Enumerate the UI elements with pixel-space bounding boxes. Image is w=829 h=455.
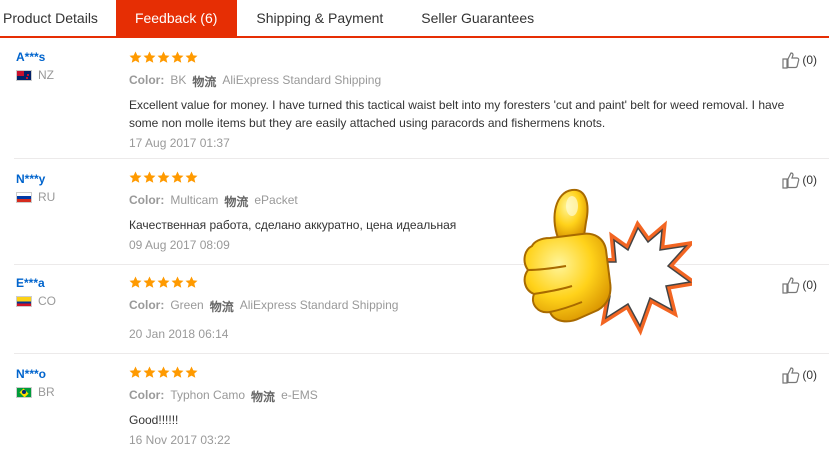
helpful-button[interactable]: (0) — [782, 51, 817, 69]
star-icon — [171, 171, 184, 183]
review-meta: Color: BK 物流 AliExpress Standard Shippin… — [129, 73, 789, 90]
thumbs-up-icon — [782, 367, 800, 384]
star-icon — [129, 51, 142, 63]
shipping-label: 物流 — [224, 195, 249, 209]
reviewer-country: RU — [16, 190, 55, 204]
tab-bar: Product Details Feedback (6) Shipping & … — [0, 0, 829, 38]
helpful-button[interactable]: (0) — [782, 276, 817, 294]
star-icon — [129, 171, 142, 183]
helpful-button[interactable]: (0) — [782, 366, 817, 384]
review-date: 17 Aug 2017 01:37 — [129, 136, 230, 150]
tab-shipping-payment[interactable]: Shipping & Payment — [237, 0, 402, 36]
reviewer-name[interactable]: A***s — [16, 50, 54, 64]
review-item: N***o BR Color: Typhon Camo 物流 e-EMS Goo… — [0, 354, 829, 455]
reviewer-country: CO — [16, 294, 56, 308]
country-code: RU — [38, 190, 56, 204]
reviewer-info: N***o BR — [16, 367, 55, 399]
color-label: Color: — [129, 298, 165, 312]
flag-co-icon — [16, 295, 32, 307]
thumbs-up-icon — [782, 52, 800, 69]
shipping-label: 物流 — [251, 390, 276, 404]
reviewer-country: NZ — [16, 68, 54, 82]
star-icon — [157, 366, 170, 378]
reviewer-name[interactable]: E***a — [16, 276, 56, 290]
color-value: BK — [170, 73, 187, 87]
review-text: Excellent value for money. I have turned… — [129, 98, 785, 130]
review-item: N***y RU Color: Multicam 物流 ePacket Каче… — [0, 159, 829, 265]
helpful-count: (0) — [802, 173, 817, 187]
star-icon — [171, 276, 184, 288]
star-icon — [185, 171, 198, 183]
star-icon — [185, 366, 198, 378]
thumbs-up-icon — [782, 277, 800, 294]
color-value: Typhon Camo — [170, 388, 246, 402]
helpful-count: (0) — [802, 368, 817, 382]
reviewer-country: BR — [16, 385, 55, 399]
star-icon — [143, 51, 156, 63]
review-body: Color: Typhon Camo 物流 e-EMS Good!!!!!! 1… — [129, 366, 789, 447]
helpful-button[interactable]: (0) — [782, 171, 817, 189]
color-label: Color: — [129, 388, 165, 402]
flag-nz-icon — [16, 69, 32, 81]
shipping-value: e-EMS — [281, 388, 318, 402]
star-icon — [129, 276, 142, 288]
star-icon — [143, 276, 156, 288]
reviewer-info: A***s NZ — [16, 50, 54, 82]
star-icon — [157, 171, 170, 183]
star-icon — [129, 366, 142, 378]
reviewer-info: E***a CO — [16, 276, 56, 308]
rating-stars — [129, 171, 789, 185]
star-icon — [171, 366, 184, 378]
review-text: Good!!!!!! — [129, 413, 179, 427]
rating-stars — [129, 51, 789, 65]
shipping-value: AliExpress Standard Shipping — [239, 298, 399, 312]
review-item: A***s NZ Color: BK 物流 AliExpress Standar… — [0, 50, 829, 159]
shipping-value: AliExpress Standard Shipping — [222, 73, 382, 87]
reviewer-name[interactable]: N***y — [16, 172, 55, 186]
star-icon — [171, 51, 184, 63]
star-icon — [185, 276, 198, 288]
tab-feedback[interactable]: Feedback (6) — [115, 0, 238, 36]
star-icon — [143, 366, 156, 378]
color-value: Multicam — [170, 193, 219, 207]
thumbs-up-sticker — [523, 188, 692, 336]
rating-stars — [129, 366, 789, 380]
star-icon — [143, 171, 156, 183]
color-label: Color: — [129, 73, 165, 87]
review-item: E***a CO Color: Green 物流 AliExpress Stan… — [0, 265, 829, 354]
tab-product-details[interactable]: Product Details — [0, 0, 116, 36]
flag-ru-icon — [16, 191, 32, 203]
shipping-value: ePacket — [254, 193, 298, 207]
review-date: 16 Nov 2017 03:22 — [129, 433, 231, 447]
country-code: CO — [38, 294, 56, 308]
thumbs-up-icon — [782, 172, 800, 189]
review-body: Color: BK 物流 AliExpress Standard Shippin… — [129, 51, 789, 150]
flag-br-icon — [16, 386, 32, 398]
tab-seller-guarantees[interactable]: Seller Guarantees — [402, 0, 553, 36]
helpful-count: (0) — [802, 278, 817, 292]
color-label: Color: — [129, 193, 165, 207]
review-meta: Color: Typhon Camo 物流 e-EMS — [129, 388, 789, 405]
color-value: Green — [170, 298, 204, 312]
shipping-label: 物流 — [209, 300, 234, 314]
reviewer-name[interactable]: N***o — [16, 367, 55, 381]
helpful-count: (0) — [802, 53, 817, 67]
star-icon — [157, 276, 170, 288]
shipping-label: 物流 — [192, 75, 217, 89]
reviewer-info: N***y RU — [16, 172, 55, 204]
star-icon — [157, 51, 170, 63]
country-code: BR — [38, 385, 55, 399]
country-code: NZ — [38, 68, 54, 82]
star-icon — [185, 51, 198, 63]
